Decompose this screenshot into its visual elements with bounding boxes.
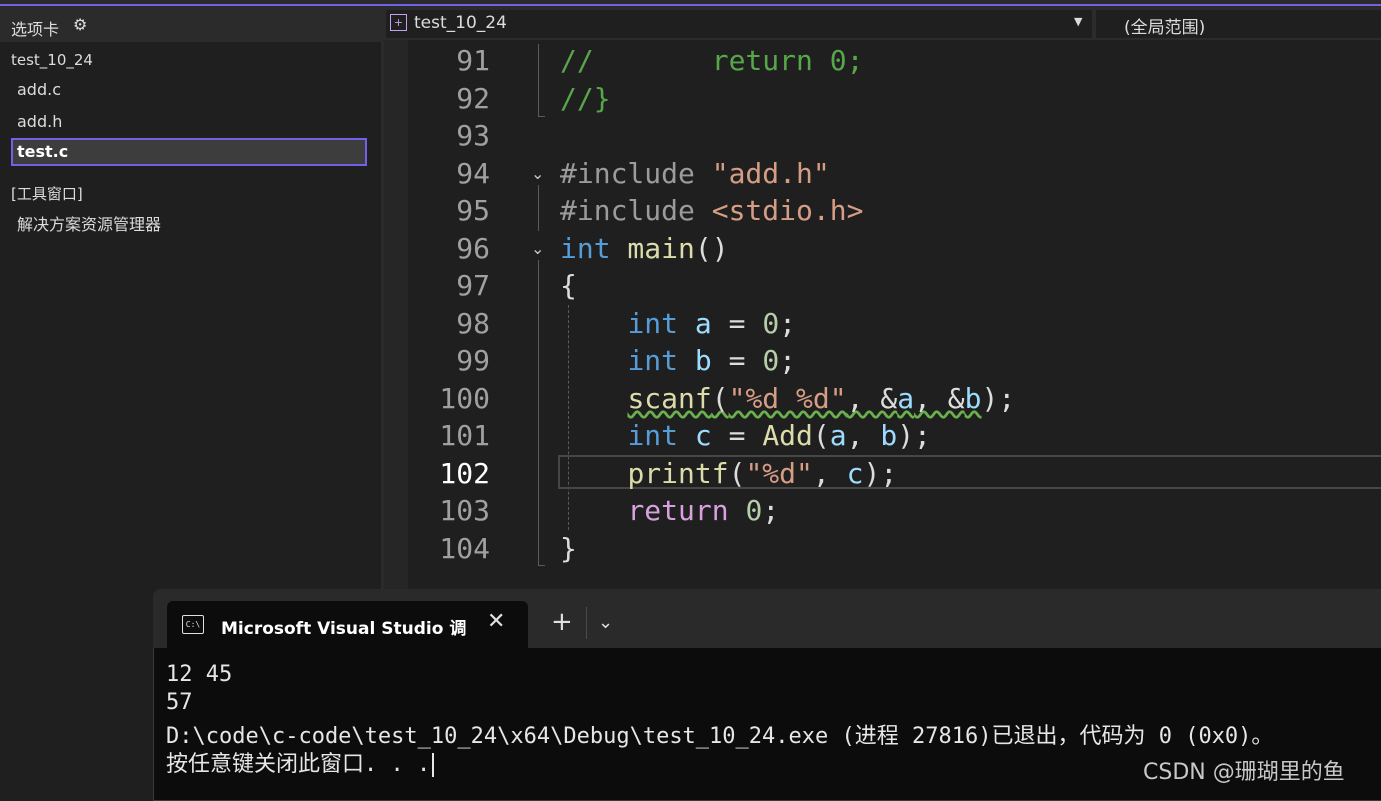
- line-number: 93: [456, 119, 490, 152]
- close-icon[interactable]: ✕: [487, 609, 505, 634]
- code-token: int: [627, 307, 679, 340]
- code-token: int: [627, 419, 679, 452]
- solution-explorer-item[interactable]: 解决方案资源管理器: [17, 211, 161, 235]
- code-token: "%d %d": [728, 382, 847, 415]
- code-token: Add: [762, 419, 813, 452]
- code-line-96: int main(): [560, 232, 729, 265]
- chevron-down-icon: ▼: [1074, 15, 1083, 28]
- code-line-99: int b = 0;: [627, 344, 797, 377]
- scope-dropdown-label: (全局范围): [1124, 18, 1206, 38]
- line-number: 97: [456, 269, 490, 302]
- outline-guide-end: [538, 565, 545, 566]
- code-line-95: #include <stdio.h>: [560, 194, 863, 227]
- code-line-97: {: [560, 269, 577, 302]
- code-token: );: [981, 382, 1016, 415]
- scope-dropdown[interactable]: (全局范围): [1096, 10, 1381, 38]
- tab-bar-divider: [586, 607, 587, 639]
- code-token: "%d": [745, 457, 813, 490]
- code-token: b: [694, 344, 712, 377]
- code-token: return 0;: [711, 44, 864, 77]
- line-number: 94: [456, 157, 490, 190]
- tabs-panel-header: 选项卡 ⚙: [0, 6, 381, 42]
- line-number-current: 102: [439, 457, 490, 490]
- warning-squiggle: scanf("%d %d", &a, &b: [627, 382, 981, 415]
- indicator-margin: [384, 40, 408, 590]
- file-item-test-c[interactable]: test.c: [11, 138, 367, 166]
- code-token: //}: [560, 82, 611, 115]
- gear-icon[interactable]: ⚙: [73, 15, 87, 34]
- code-line-91: // return 0;: [560, 44, 863, 77]
- code-token: int: [627, 344, 679, 377]
- code-token: c: [694, 419, 712, 452]
- new-tab-plus-icon[interactable]: +: [551, 607, 573, 637]
- code-token: #include: [560, 157, 712, 190]
- code-line-102: printf("%d", c);: [627, 457, 898, 490]
- code-line-104: }: [560, 532, 577, 565]
- code-token: (: [711, 382, 729, 415]
- code-token: 0: [745, 494, 763, 527]
- line-number: 100: [439, 382, 490, 415]
- line-number: 98: [456, 307, 490, 340]
- code-token: , &: [914, 382, 965, 415]
- file-item-add-h[interactable]: add.h: [17, 112, 62, 131]
- code-token: 0: [762, 344, 780, 377]
- code-token: main: [610, 232, 695, 265]
- terminal-icon: C:\: [182, 615, 204, 634]
- code-line-101: int c = Add(a, b);: [627, 419, 931, 452]
- watermark: CSDN @珊瑚里的鱼: [1143, 760, 1345, 785]
- outline-guide: [538, 185, 539, 231]
- file-item-add-c[interactable]: add.c: [17, 80, 61, 99]
- code-token: //: [560, 44, 712, 77]
- tool-group-label: [工具窗口]: [11, 185, 83, 203]
- project-dropdown[interactable]: + test_10_24 ▼: [386, 10, 1092, 38]
- console-line: 57: [166, 690, 193, 715]
- line-number: 91: [456, 44, 490, 77]
- project-dropdown-label: test_10_24: [414, 13, 507, 33]
- line-number: 101: [439, 419, 490, 452]
- code-token: "add.h": [711, 157, 830, 190]
- code-token: a: [897, 382, 915, 415]
- line-number: 104: [439, 532, 490, 565]
- code-token: scanf: [627, 382, 712, 415]
- line-number: 95: [456, 194, 490, 227]
- console-prompt-text: 按任意键关闭此窗口. . .: [166, 752, 431, 777]
- code-token: #include: [560, 194, 712, 227]
- outline-guide: [538, 44, 539, 116]
- collapse-chevron-icon[interactable]: ⌄: [531, 164, 544, 183]
- code-token: printf: [627, 457, 729, 490]
- code-token: 0: [762, 307, 780, 340]
- chevron-down-icon[interactable]: ⌄: [598, 612, 613, 633]
- project-group-label: test_10_24: [11, 51, 93, 69]
- code-line-103: return 0;: [627, 494, 780, 527]
- line-number: 103: [439, 494, 490, 527]
- line-number: 96: [456, 232, 490, 265]
- code-line-98: int a = 0;: [627, 307, 797, 340]
- line-number: 92: [456, 82, 490, 115]
- code-token: int: [560, 232, 611, 265]
- project-icon: +: [390, 14, 407, 31]
- code-token: }: [560, 532, 577, 565]
- panel-title: 选项卡: [11, 20, 60, 39]
- code-token: c: [846, 457, 864, 490]
- code-line-92: //}: [560, 82, 611, 115]
- code-token: a: [694, 307, 712, 340]
- code-token: {: [560, 269, 577, 302]
- code-token: a: [829, 419, 847, 452]
- collapse-chevron-icon[interactable]: ⌄: [531, 239, 544, 258]
- code-token: (): [694, 232, 729, 265]
- code-token: b: [880, 419, 898, 452]
- code-line-94: #include "add.h": [560, 157, 830, 190]
- code-token: , &: [846, 382, 898, 415]
- code-token: b: [964, 382, 982, 415]
- code-line-100: scanf("%d %d", &a, &b);: [560, 382, 1015, 415]
- line-number: 99: [456, 344, 490, 377]
- outline-guide-end: [538, 116, 545, 117]
- text-cursor: [432, 753, 435, 777]
- code-token: return: [627, 494, 729, 527]
- console-line: 12 45: [166, 662, 233, 687]
- console-tab-title: Microsoft Visual Studio 调试控制台: [221, 619, 466, 639]
- outline-guide: [538, 260, 539, 565]
- console-line-prompt: 按任意键关闭此窗口. . .: [166, 746, 435, 778]
- code-token: <stdio.h>: [711, 194, 864, 227]
